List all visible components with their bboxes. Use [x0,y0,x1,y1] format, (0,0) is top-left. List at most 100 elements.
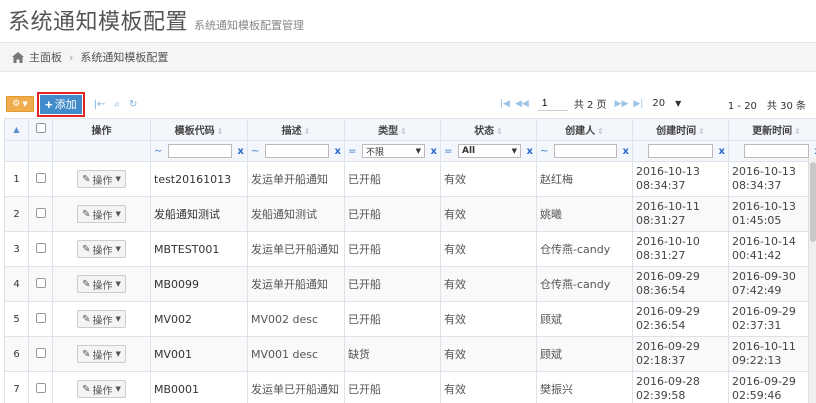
row-number: 4 [4,266,29,302]
filter-operator[interactable]: ~ [154,146,168,157]
caret-down-icon: ▼ [415,147,421,155]
caret-down-icon: ▼ [511,147,517,155]
page-size-select[interactable]: 20 [652,98,665,109]
col-desc-header[interactable]: 描述 ⇕ [247,118,345,141]
col-code-header[interactable]: 模板代码 ⇕ [150,118,248,141]
scrollbar-thumb[interactable] [810,162,816,242]
cell-status: 有效 [440,266,537,302]
row-checkbox[interactable] [35,277,46,288]
cell-creator: 顾斌 [536,336,633,372]
clear-filter-icon[interactable]: x [232,146,244,157]
row-action-button[interactable]: ✎ 操作 ▼ [77,240,126,258]
row-action-cell: ✎ 操作 ▼ [52,336,151,372]
table-row[interactable]: 7 ✎ 操作 ▼ MB0001 发运单已开船通知 已开船 有效 樊振兴 2016-09-28 02:… [4,371,816,403]
filter-desc-input[interactable] [265,144,329,158]
search-icon[interactable]: ⌕ [114,99,120,110]
chevron-down-icon: ▼ [115,245,121,253]
sort-icon: ⇕ [216,127,224,136]
chevron-down-icon: ▼ [115,315,121,323]
cell-created: 2016-09-29 08:36:54 [632,266,729,302]
cell-desc: 发运单已开船通知 [247,371,345,403]
filter-cell-empty [28,140,53,162]
row-select-cell [28,196,53,232]
table-row[interactable]: 2 ✎ 操作 ▼ 发船通知测试 发船通知测试 已开船 有效 姚曦 2016-10-11 08:31:… [4,196,816,232]
last-page-icon[interactable]: ▶| [633,99,643,109]
clear-filter-icon[interactable]: x [617,146,629,157]
filter-code-input[interactable] [168,144,232,158]
cell-creator: 仓传燕-candy [536,231,633,267]
row-checkbox[interactable] [35,312,46,323]
row-checkbox[interactable] [35,172,46,183]
row-checkbox[interactable] [35,347,46,358]
refresh-icon[interactable]: ↻ [129,99,137,110]
data-grid: ▲ 操作 模板代码 ⇕ 描述 ⇕ 类型 ⇕ 状态 ⇕ 创建人 ⇕ 创建时间 ⇕ 更新时间 ⇕ … [4,118,816,403]
table-row[interactable]: 5 ✎ 操作 ▼ MV002 MV002 desc 已开船 有效 顾斌 2016-09-29 02:… [4,301,816,337]
row-checkbox[interactable] [35,242,46,253]
row-action-button[interactable]: ✎ 操作 ▼ [77,345,126,363]
row-checkbox[interactable] [35,207,46,218]
cell-type: 已开船 [344,266,441,302]
row-action-button[interactable]: ✎ 操作 ▼ [77,205,126,223]
settings-dropdown-button[interactable]: ⚙ ▼ [6,96,34,112]
filter-operator[interactable]: = [348,146,362,157]
breadcrumb-home[interactable]: 主面板 [29,49,62,65]
vertical-scrollbar[interactable] [808,158,816,403]
col-created-header[interactable]: 创建时间 ⇕ [632,118,729,141]
chevron-down-icon: ▼ [115,175,121,183]
edit-icon: ✎ [82,208,91,220]
clear-filter-icon[interactable]: x [425,146,437,157]
filter-updated-input[interactable] [744,144,809,158]
pager: |◀ ◀◀ 共 2 页 ▶▶ ▶| 20 ▼ [500,96,681,111]
table-row[interactable]: 3 ✎ 操作 ▼ MBTEST001 发运单已开船通知 已开船 有效 仓传燕-candy 2016… [4,231,816,267]
cell-desc: 发运单开船通知 [247,161,345,197]
row-select-cell [28,231,53,267]
row-action-button[interactable]: ✎ 操作 ▼ [77,275,126,293]
row-number: 1 [4,161,29,197]
table-row[interactable]: 4 ✎ 操作 ▼ MB0099 发运单开船通知 已开船 有效 仓传燕-candy 2016-09-… [4,266,816,302]
row-checkbox[interactable] [35,382,46,393]
clear-filter-icon[interactable]: x [329,146,341,157]
col-creator-header[interactable]: 创建人 ⇕ [536,118,633,141]
row-action-button[interactable]: ✎ 操作 ▼ [77,310,126,328]
next-page-icon[interactable]: ▶▶ [615,99,629,109]
clear-filter-icon[interactable]: x [521,146,533,157]
table-row[interactable]: 1 ✎ 操作 ▼ test20161013 发运单开船通知 已开船 有效 赵红梅 2016-10-… [4,161,816,197]
cell-created: 2016-09-29 02:18:37 [632,336,729,372]
row-number-header[interactable]: ▲ [4,118,29,141]
cell-status: 有效 [440,301,537,337]
row-action-button[interactable]: ✎ 操作 ▼ [77,170,126,188]
table-row[interactable]: 6 ✎ 操作 ▼ MV001 MV001 desc 缺货 有效 顾斌 2016-09-29 02:1… [4,336,816,372]
home-icon[interactable] [12,51,24,63]
cell-updated: 2016-10-13 01:45:05 [728,196,816,232]
filter-operator[interactable]: ~ [251,146,265,157]
cell-updated: 2016-10-13 08:34:37 [728,161,816,197]
cell-created: 2016-10-11 08:31:27 [632,196,729,232]
filter-type-select[interactable]: 不限 ▼ [362,144,425,158]
filter-operator[interactable]: ~ [540,146,554,157]
select-all-checkbox[interactable] [35,123,46,133]
prev-page-icon[interactable]: ◀◀ [515,99,529,109]
row-action-button[interactable]: ✎ 操作 ▼ [77,380,126,398]
page-title: 系统通知模板配置 [8,10,189,35]
filter-status-select[interactable]: All ▼ [458,144,521,158]
col-type-header[interactable]: 类型 ⇕ [344,118,441,141]
cell-code: MV001 [150,336,248,372]
filter-created-input[interactable] [648,144,713,158]
page-number-input[interactable] [537,96,568,111]
filter-operator[interactable]: = [444,146,458,157]
cell-code: MB0099 [150,266,248,302]
first-page-icon[interactable]: |◀ [500,99,510,109]
cell-desc: 发运单开船通知 [247,266,345,302]
filter-creator-input[interactable] [554,144,617,158]
select-all-header[interactable] [28,118,53,141]
sort-icon: ⇕ [496,127,503,136]
add-button[interactable]: + 添加 [40,94,82,114]
row-number: 5 [4,301,29,337]
filter-creator: ~ x [536,140,633,162]
col-updated-header[interactable]: 更新时间 ⇕ [728,118,816,141]
first-column-icon[interactable]: |← [94,99,106,110]
col-status-header[interactable]: 状态 ⇕ [440,118,537,141]
clear-filter-icon[interactable]: x [809,146,816,157]
clear-filter-icon[interactable]: x [713,146,725,157]
caret-down-icon[interactable]: ▼ [675,99,681,108]
